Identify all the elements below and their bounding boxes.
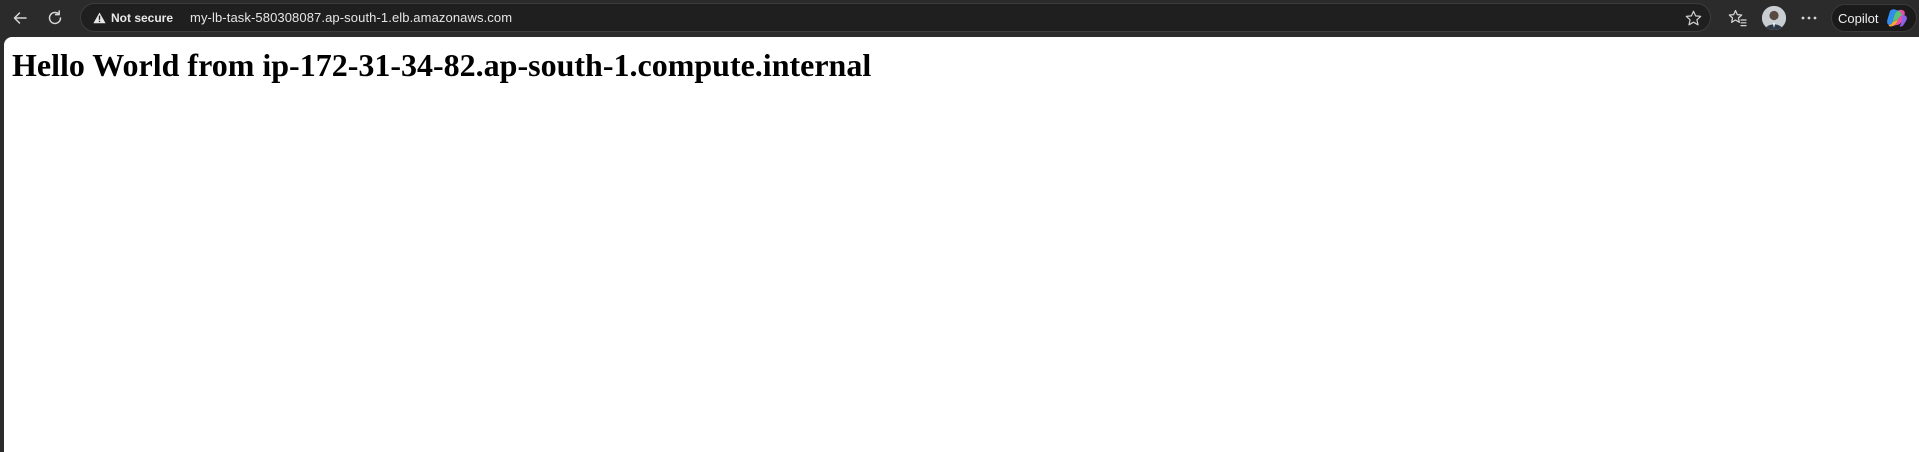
copilot-logo-icon (1887, 9, 1908, 27)
copilot-label: Copilot (1838, 10, 1879, 26)
star-icon (1685, 10, 1701, 25)
profile-avatar[interactable] (1762, 6, 1786, 30)
add-favorite-button[interactable] (1682, 7, 1704, 29)
page-heading: Hello World from ip-172-31-34-82.ap-sout… (12, 47, 872, 83)
more-options-icon (1801, 16, 1817, 20)
back-button[interactable] (5, 4, 35, 32)
more-options-button[interactable] (1795, 4, 1823, 32)
address-bar[interactable]: Not secure my-lb-task-580308087.ap-south… (80, 3, 1711, 32)
avatar-image (1762, 6, 1786, 30)
page-viewport: Hello World from ip-172-31-34-82.ap-sout… (4, 37, 1919, 452)
security-label: Not secure (111, 10, 174, 25)
refresh-button[interactable] (40, 4, 70, 32)
copilot-button[interactable]: Copilot (1831, 4, 1917, 32)
browser-toolbar: Not secure my-lb-task-580308087.ap-south… (0, 0, 1919, 36)
favorites-icon (1728, 9, 1747, 27)
security-indicator[interactable]: Not secure (89, 7, 180, 29)
warning-triangle-icon (93, 12, 106, 23)
back-arrow-icon (13, 12, 27, 24)
favorites-button[interactable] (1723, 4, 1751, 32)
url-text[interactable]: my-lb-task-580308087.ap-south-1.elb.amaz… (190, 10, 512, 25)
refresh-icon (48, 10, 62, 25)
